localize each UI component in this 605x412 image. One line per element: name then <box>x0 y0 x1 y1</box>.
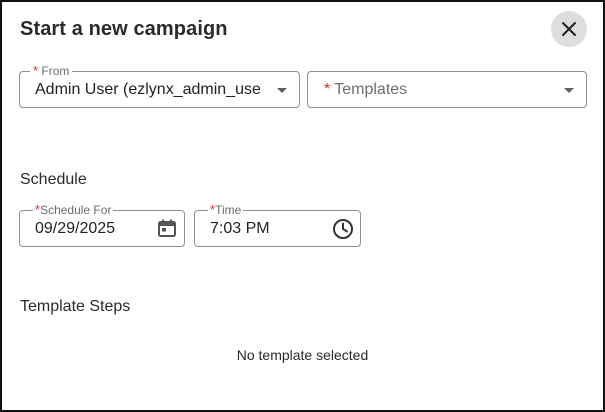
schedule-date-label: *Schedule For <box>33 202 114 217</box>
required-asterisk: * <box>324 81 331 98</box>
time-field[interactable]: *Time 7:03 PM <box>194 203 361 247</box>
dialog-title: Start a new campaign <box>20 18 228 40</box>
from-select[interactable]: * From Admin User (ezlynx_admin_use <box>19 64 300 108</box>
schedule-date-field[interactable]: *Schedule For 09/29/2025 <box>19 203 185 247</box>
campaign-dialog: Start a new campaign * From Admin User (… <box>0 0 605 412</box>
templates-select[interactable]: * Templates <box>307 71 587 108</box>
templates-placeholder: * Templates <box>324 81 408 98</box>
schedule-heading: Schedule <box>20 171 87 188</box>
close-button[interactable] <box>551 11 587 47</box>
time-label: *Time <box>208 202 244 217</box>
empty-state-message: No template selected <box>236 347 369 363</box>
schedule-date-value[interactable]: 09/29/2025 <box>35 220 115 238</box>
close-icon <box>562 22 576 36</box>
clock-icon[interactable] <box>332 218 354 240</box>
template-steps-heading: Template Steps <box>20 298 131 315</box>
time-value[interactable]: 7:03 PM <box>210 220 270 238</box>
chevron-down-icon <box>564 88 574 93</box>
from-label: * From <box>30 63 73 78</box>
chevron-down-icon <box>277 88 287 93</box>
required-asterisk: * <box>33 63 39 78</box>
calendar-icon[interactable] <box>157 218 177 238</box>
from-value: Admin User (ezlynx_admin_use <box>35 81 260 98</box>
